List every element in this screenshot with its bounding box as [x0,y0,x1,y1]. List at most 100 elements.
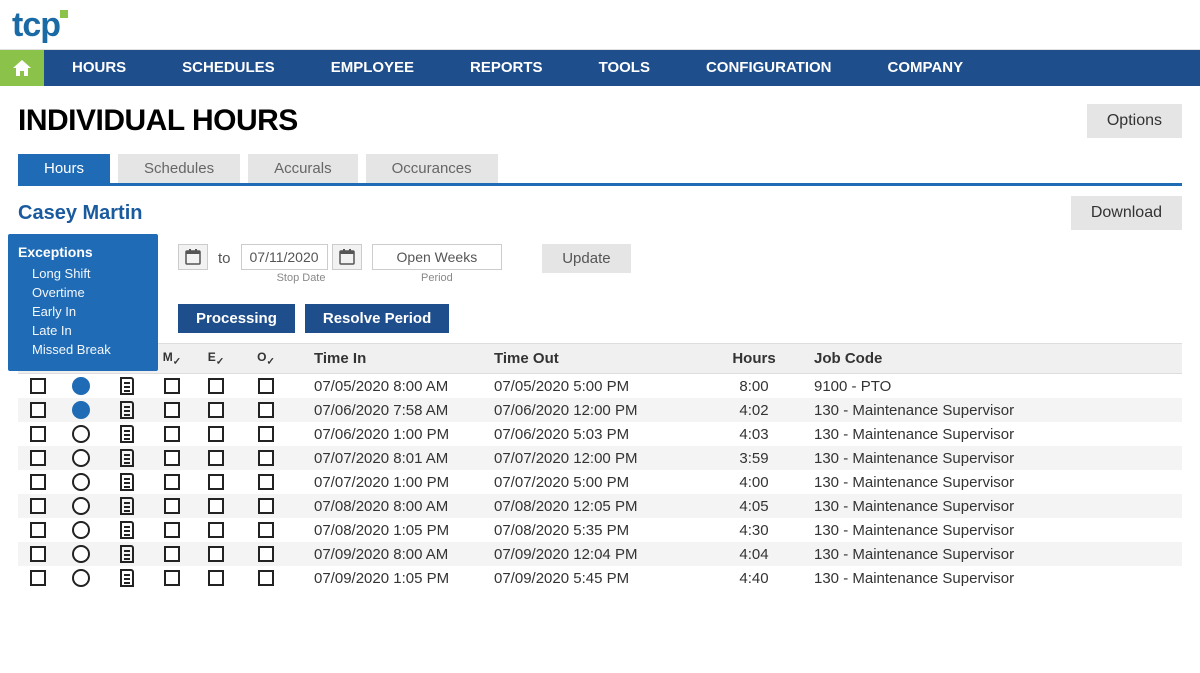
table-row[interactable]: 07/09/2020 8:00 AM07/09/2020 12:04 PM4:0… [18,542,1182,566]
stop-date-input[interactable]: 07/11/2020 [241,244,328,270]
note-icon[interactable] [120,521,134,539]
table-row[interactable]: 07/06/2020 1:00 PM07/06/2020 5:03 PM4:03… [18,422,1182,446]
o-checkbox[interactable] [258,402,274,418]
resolve-period-button[interactable]: Resolve Period [305,304,449,333]
tab-accurals[interactable]: Accurals [248,154,358,183]
start-date-calendar-button[interactable] [178,244,208,270]
table-row[interactable]: 07/09/2020 1:05 PM07/09/2020 5:45 PM4:40… [18,566,1182,590]
cell-hours: 4:03 [694,426,814,443]
row-checkbox[interactable] [30,474,46,490]
table-row[interactable]: 07/08/2020 8:00 AM07/08/2020 12:05 PM4:0… [18,494,1182,518]
col-hours[interactable]: Hours [694,350,814,367]
o-checkbox[interactable] [258,570,274,586]
e-checkbox[interactable] [208,378,224,394]
nav-item-employee[interactable]: EMPLOYEE [303,50,442,86]
note-icon[interactable] [120,401,134,419]
stop-date-calendar-button[interactable] [332,244,362,270]
nav-home-button[interactable] [0,50,44,86]
m-checkbox[interactable] [164,546,180,562]
e-checkbox[interactable] [208,522,224,538]
exception-indicator-icon[interactable] [72,473,90,491]
row-checkbox[interactable] [30,378,46,394]
m-checkbox[interactable] [164,498,180,514]
e-checkbox[interactable] [208,402,224,418]
note-icon[interactable] [120,545,134,563]
download-button[interactable]: Download [1071,196,1182,230]
row-checkbox[interactable] [30,570,46,586]
note-icon[interactable] [120,425,134,443]
o-checkbox[interactable] [258,546,274,562]
options-button[interactable]: Options [1087,104,1182,138]
exception-indicator-icon[interactable] [72,425,90,443]
filter-row: Exceptions Long ShiftOvertimeEarly InLat… [18,238,1182,300]
cell-time-in: 07/08/2020 8:00 AM [294,498,494,515]
o-checkbox[interactable] [258,498,274,514]
o-checkbox[interactable] [258,426,274,442]
row-checkbox[interactable] [30,522,46,538]
o-checkbox[interactable] [258,474,274,490]
m-checkbox[interactable] [164,426,180,442]
exception-indicator-icon[interactable] [72,569,90,587]
o-checkbox[interactable] [258,450,274,466]
col-time-out[interactable]: Time Out [494,350,694,367]
nav-item-company[interactable]: COMPANY [860,50,992,86]
tab-occurances[interactable]: Occurances [366,154,498,183]
o-checkbox[interactable] [258,378,274,394]
col-time-in[interactable]: Time In [294,350,494,367]
table-row[interactable]: 07/06/2020 7:58 AM07/06/2020 12:00 PM4:0… [18,398,1182,422]
e-checkbox[interactable] [208,546,224,562]
nav-item-reports[interactable]: REPORTS [442,50,571,86]
row-checkbox[interactable] [30,498,46,514]
m-checkbox[interactable] [164,522,180,538]
note-icon[interactable] [120,569,134,587]
e-checkbox[interactable] [208,426,224,442]
e-checkbox[interactable] [208,474,224,490]
e-checkbox[interactable] [208,498,224,514]
nav-item-schedules[interactable]: SCHEDULES [154,50,303,86]
col-o-icon[interactable]: O✓ [238,350,294,367]
exceptions-popup-item: Early In [18,302,140,321]
note-icon[interactable] [120,473,134,491]
tab-hours[interactable]: Hours [18,154,110,183]
nav-item-tools[interactable]: TOOLS [571,50,678,86]
m-checkbox[interactable] [164,570,180,586]
table-row[interactable]: 07/07/2020 8:01 AM07/07/2020 12:00 PM3:5… [18,446,1182,470]
col-e-icon[interactable]: E✓ [194,350,238,367]
m-checkbox[interactable] [164,450,180,466]
m-checkbox[interactable] [164,378,180,394]
note-icon[interactable] [120,377,134,395]
processing-button[interactable]: Processing [178,304,295,333]
table-row[interactable]: 07/07/2020 1:00 PM07/07/2020 5:00 PM4:00… [18,470,1182,494]
note-icon[interactable] [120,497,134,515]
exception-indicator-icon[interactable] [72,449,90,467]
note-icon[interactable] [120,449,134,467]
row-checkbox[interactable] [30,450,46,466]
exception-indicator-icon[interactable] [72,401,90,419]
exceptions-popup-item: Missed Break [18,340,140,359]
o-checkbox[interactable] [258,522,274,538]
calendar-icon [339,249,355,265]
exceptions-popup-item: Overtime [18,283,140,302]
table-row[interactable]: 07/05/2020 8:00 AM07/05/2020 5:00 PM8:00… [18,374,1182,398]
exception-indicator-icon[interactable] [72,521,90,539]
period-select[interactable]: Open Weeks [372,244,503,270]
nav-item-configuration[interactable]: CONFIGURATION [678,50,860,86]
cell-time-out: 07/07/2020 12:00 PM [494,450,694,467]
cell-time-in: 07/06/2020 7:58 AM [294,402,494,419]
col-job-code[interactable]: Job Code [814,350,1182,367]
exceptions-popup-title: Exceptions [18,244,140,260]
row-checkbox[interactable] [30,546,46,562]
row-checkbox[interactable] [30,426,46,442]
m-checkbox[interactable] [164,402,180,418]
tab-schedules[interactable]: Schedules [118,154,240,183]
table-row[interactable]: 07/08/2020 1:05 PM07/08/2020 5:35 PM4:30… [18,518,1182,542]
exception-indicator-icon[interactable] [72,497,90,515]
update-button[interactable]: Update [542,244,630,273]
e-checkbox[interactable] [208,570,224,586]
m-checkbox[interactable] [164,474,180,490]
cell-job-code: 9100 - PTO [814,378,1182,395]
nav-item-hours[interactable]: HOURS [44,50,154,86]
e-checkbox[interactable] [208,450,224,466]
row-checkbox[interactable] [30,402,46,418]
exception-indicator-icon[interactable] [72,545,90,563]
